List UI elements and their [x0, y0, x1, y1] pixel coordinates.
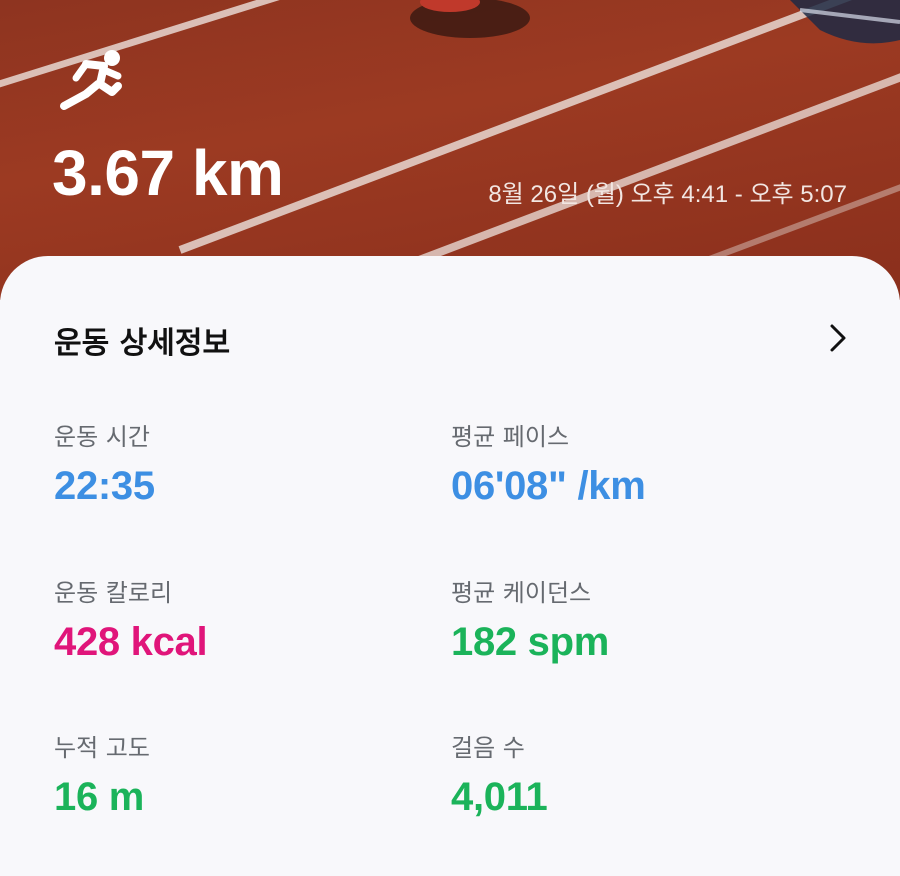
stat-label: 운동 칼로리 [54, 579, 173, 607]
workout-time-range: 8월 26일 (월) 오후 4:41 - 오후 5:07 [488, 181, 847, 208]
stat-elevation-gain: 누적 고도 16 m [54, 733, 150, 823]
stat-value: 16 m [54, 775, 144, 819]
stat-label: 누적 고도 [54, 734, 150, 762]
stat-value: 06'08" /km [451, 464, 646, 508]
details-title: 운동 상세정보 [54, 326, 231, 361]
stat-label: 평균 케이던스 [451, 579, 592, 607]
stat-label: 걸음 수 [451, 734, 525, 762]
workout-distance: 3.67 km [52, 137, 284, 209]
stat-value: 22:35 [54, 464, 155, 508]
stat-value: 182 spm [451, 620, 609, 664]
stat-steps: 걸음 수 4,011 [451, 733, 548, 823]
hero-banner: 3.67 km 8월 26일 (월) 오후 4:41 - 오후 5:07 [0, 0, 900, 300]
stat-value: 4,011 [451, 775, 548, 819]
stat-duration: 운동 시간 22:35 [54, 422, 155, 512]
chevron-right-icon[interactable] [826, 322, 850, 354]
stat-label: 운동 시간 [54, 423, 150, 451]
running-figure-icon [60, 50, 122, 110]
details-header[interactable]: 운동 상세정보 [54, 318, 846, 362]
stat-average-pace: 평균 페이스 06'08" /km [451, 422, 646, 512]
stat-value: 428 kcal [54, 620, 208, 664]
stat-average-cadence: 평균 케이던스 182 spm [451, 578, 609, 668]
stat-calories: 운동 칼로리 428 kcal [54, 578, 208, 668]
stat-label: 평균 페이스 [451, 423, 570, 451]
